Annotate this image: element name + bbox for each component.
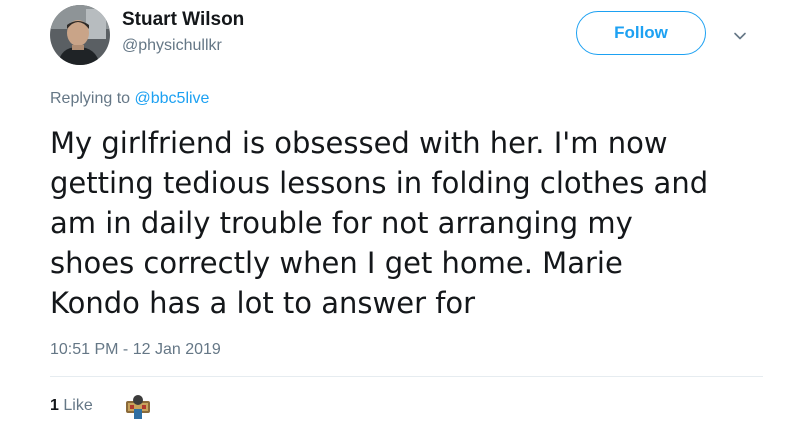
like-count: 1 <box>50 397 59 414</box>
reply-mention-link[interactable]: @bbc5live <box>135 90 210 107</box>
like-label: Like <box>63 397 93 414</box>
follow-button[interactable]: Follow <box>576 11 706 55</box>
author-display-name[interactable]: Stuart Wilson <box>122 9 244 31</box>
tweet-text-line: am in daily trouble for not arranging my <box>50 206 633 240</box>
reply-context-prefix: Replying to <box>50 90 131 107</box>
user-avatar-photo-icon <box>50 5 110 65</box>
tweet-menu-caret[interactable] <box>729 25 751 47</box>
tweet-text-line: Kondo has a lot to answer for <box>50 286 476 320</box>
author-avatar[interactable] <box>50 5 110 65</box>
tweet-text: My girlfriend is obsessed with her. I'm … <box>50 123 770 323</box>
reply-context: Replying to @bbc5live <box>50 90 209 108</box>
divider <box>50 376 763 377</box>
tweet-timestamp[interactable]: 10:51 PM - 12 Jan 2019 <box>50 341 221 359</box>
liker-avatar-icon <box>122 391 154 423</box>
chevron-down-icon <box>734 32 746 40</box>
tweet-text-line: getting tedious lessons in folding cloth… <box>50 166 709 200</box>
tweet-card: Stuart Wilson @physichullkr Follow Reply… <box>0 0 800 427</box>
likes-stat[interactable]: 1 Like <box>50 397 93 415</box>
tweet-text-line: My girlfriend is obsessed with her. I'm … <box>50 126 668 160</box>
author-handle[interactable]: @physichullkr <box>122 37 222 55</box>
liker-avatar[interactable] <box>122 391 154 423</box>
tweet-text-line: shoes correctly when I get home. Marie <box>50 246 623 280</box>
